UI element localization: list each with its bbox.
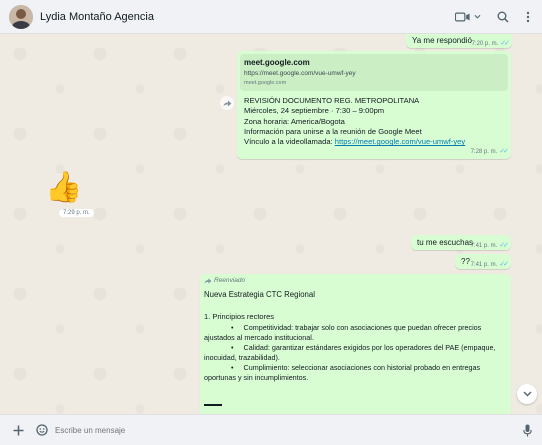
message-section: 1. Principios rectores: [204, 312, 275, 321]
sticker-thumbs-up[interactable]: 👍: [45, 168, 85, 212]
video-camera-icon: [455, 12, 470, 22]
message-time: 7:20 p. m.: [471, 41, 499, 47]
message-time: 7:29 p. m.: [63, 210, 90, 216]
message-time: 7:41 p. m.: [470, 262, 498, 268]
double-check-icon: ✓✓: [499, 261, 509, 268]
video-call-button[interactable]: [455, 8, 481, 26]
bullet-text: Cumplimiento: seleccionar asociaciones c…: [204, 363, 481, 382]
link-preview-domain: meet.google.com: [244, 80, 287, 86]
double-check-icon: ✓✓: [499, 242, 509, 249]
message-text: tu me escuchas: [417, 238, 474, 247]
message-input[interactable]: [55, 422, 495, 438]
sticker-icon: [36, 424, 48, 436]
message-meta: 7:41 p. m. ✓✓: [470, 260, 509, 268]
message-line: REVISIÓN DOCUMENTO REG. METROPOLITANA: [244, 96, 420, 105]
message-outgoing[interactable]: tu me escuchas 7:41 p. m. ✓✓: [411, 235, 511, 250]
bullet-symbol: •: [231, 323, 234, 332]
search-button[interactable]: [495, 8, 511, 26]
avatar-photo-icon: [9, 5, 33, 29]
meet-link[interactable]: https://meet.google.com/vue-umwf-yey: [335, 137, 465, 146]
microphone-icon: [522, 424, 532, 436]
message-time: 7:28 p. m.: [470, 149, 498, 155]
bullet-item: • Cumplimiento: seleccionar asociaciones…: [204, 363, 504, 383]
bullet-symbol: •: [231, 343, 234, 352]
message-meta: 7:28 p. m. ✓✓: [470, 147, 509, 155]
double-check-icon: ✓✓: [500, 40, 510, 47]
avatar[interactable]: [9, 5, 33, 29]
attach-button[interactable]: [11, 423, 25, 437]
message-time: 7:41 p. m.: [470, 243, 498, 249]
message-line: Vínculo a la videollamada: https://meet.…: [244, 137, 510, 147]
message-line-label: Vínculo a la videollamada:: [244, 137, 335, 147]
chevron-down-icon: [523, 391, 531, 397]
message-line: Información para unirse a la reunión de …: [244, 126, 422, 136]
message-composer: [0, 414, 542, 445]
bullet-text: Calidad: garantizar estándares exigidos …: [204, 343, 496, 362]
message-outgoing[interactable]: Ya me respondió 7:20 p. m. ✓✓: [406, 34, 512, 48]
bullet-symbol: •: [231, 363, 234, 372]
forwarded-indicator: Reenviado: [204, 277, 245, 284]
contact-name[interactable]: Lydia Montaño Agencia: [40, 11, 154, 23]
link-preview-title: meet.google.com: [244, 58, 310, 67]
message-text: ??: [461, 257, 470, 266]
menu-icon: [526, 11, 530, 23]
divider: [204, 404, 222, 406]
message-outgoing-link[interactable]: meet.google.com https://meet.google.com/…: [237, 51, 511, 159]
message-text: Ya me respondió: [412, 36, 472, 45]
chat-header: Lydia Montaño Agencia: [0, 0, 542, 34]
chevron-down-icon: [474, 14, 481, 19]
forward-button[interactable]: [220, 96, 234, 110]
bullet-item: • Calidad: garantizar estándares exigido…: [204, 343, 504, 363]
sticker-button[interactable]: [35, 423, 49, 437]
message-outgoing-forwarded[interactable]: Reenviado Nueva Estrategia CTC Regional …: [200, 274, 511, 414]
message-meta: 7:41 p. m. ✓✓: [470, 241, 509, 249]
menu-button[interactable]: [522, 8, 534, 26]
scroll-down-button[interactable]: [517, 384, 537, 404]
chat-messages[interactable]: Ya me respondió 7:20 p. m. ✓✓ meet.google…: [0, 34, 542, 414]
link-preview[interactable]: meet.google.com https://meet.google.com/…: [240, 54, 508, 91]
message-line: Miércoles, 24 septiembre · 7:30 – 9:00pm: [244, 106, 385, 116]
message-outgoing[interactable]: ?? 7:41 p. m. ✓✓: [455, 254, 511, 269]
bullet-item: • Competitividad: trabajar solo con asoc…: [204, 323, 504, 343]
thumbs-up-emoji: 👍: [45, 171, 83, 204]
voice-message-button[interactable]: [520, 423, 534, 437]
message-time-badge: 7:29 p. m.: [59, 209, 94, 217]
bullet-text: Competitividad: trabajar solo con asocia…: [204, 323, 482, 342]
message-meta: 7:20 p. m. ✓✓: [471, 39, 510, 47]
forwarded-icon: [204, 277, 212, 284]
double-check-icon: ✓✓: [499, 148, 509, 155]
message-line: Zona horaria: America/Bogota: [244, 116, 345, 126]
message-title: Nueva Estrategia CTC Regional: [204, 290, 315, 299]
forward-icon: [223, 100, 231, 106]
message-body: REVISIÓN DOCUMENTO REG. METROPOLITANA Mi…: [244, 96, 510, 147]
plus-icon: [13, 425, 23, 435]
forwarded-label: Reenviado: [214, 277, 246, 284]
search-icon: [497, 11, 509, 23]
message-bullets: • Competitividad: trabajar solo con asoc…: [204, 323, 504, 383]
link-preview-url: https://meet.google.com/vue-umwf-yey: [244, 70, 356, 77]
